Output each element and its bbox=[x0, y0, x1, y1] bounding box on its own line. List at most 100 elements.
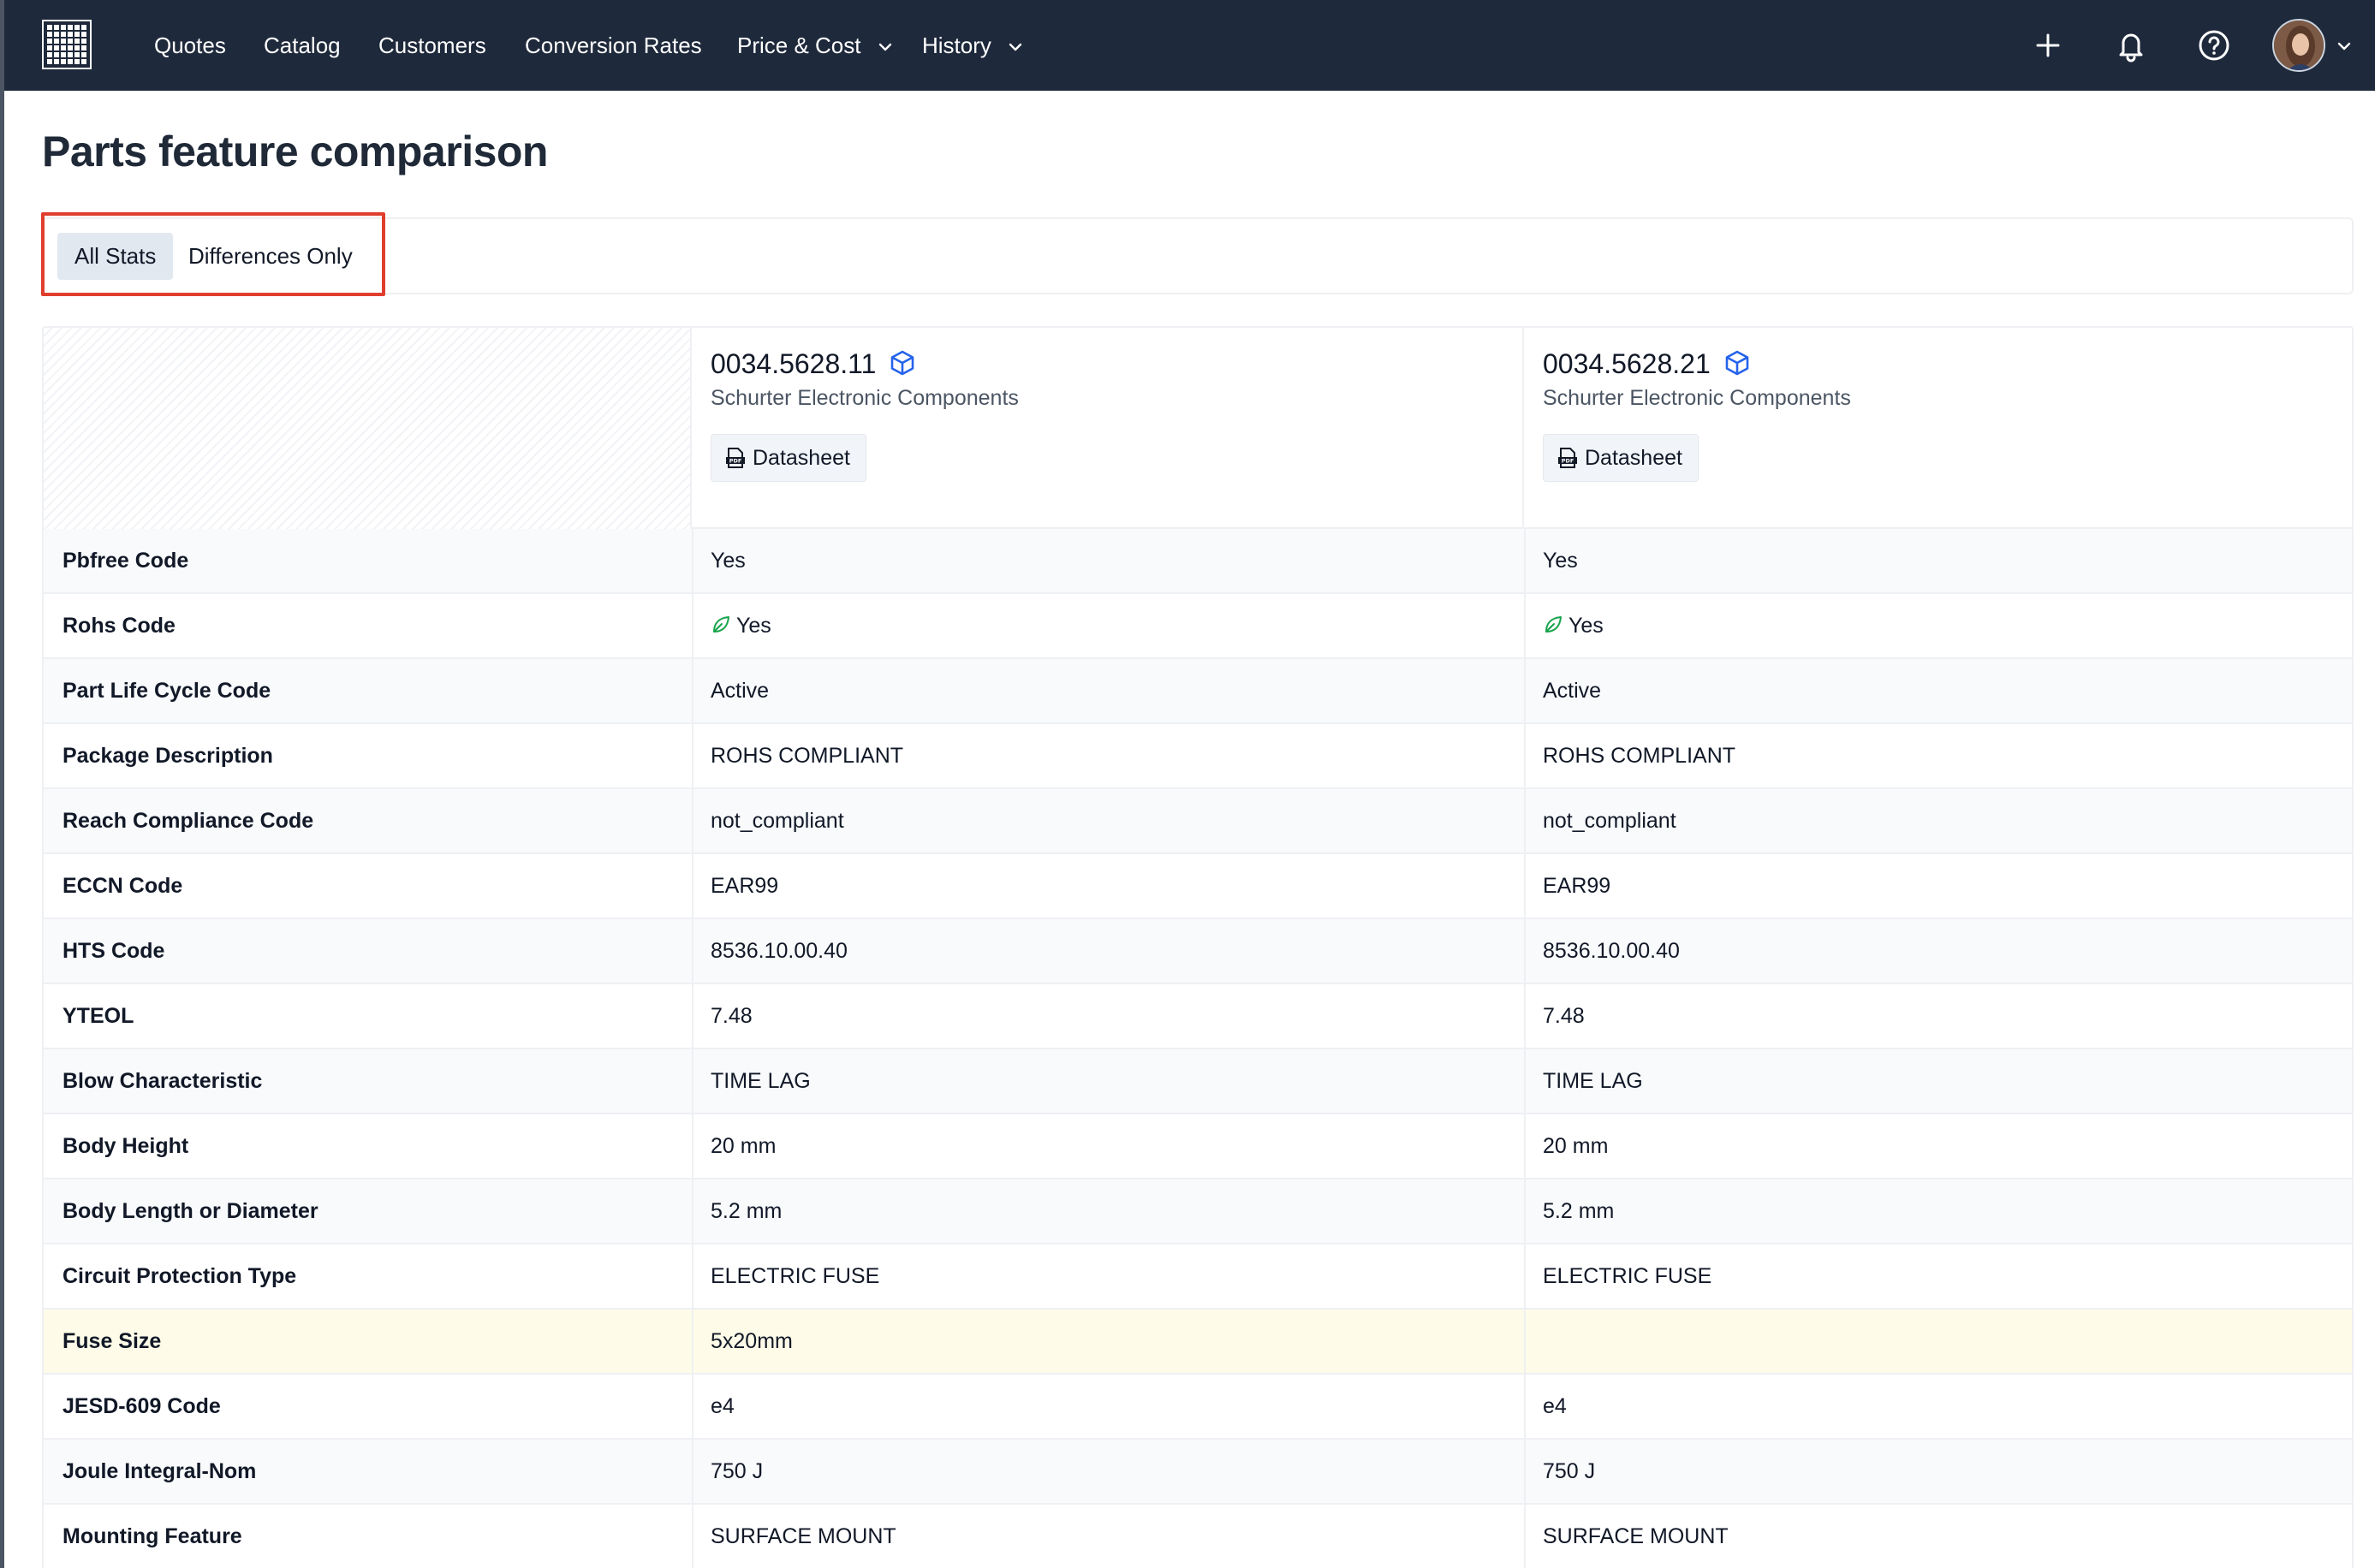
page-title: Parts feature comparison bbox=[42, 128, 548, 175]
table-row: Package Description ROHS COMPLIANT ROHS … bbox=[44, 724, 2352, 789]
window-edge bbox=[0, 0, 4, 1568]
table-row: ECCN Code EAR99 EAR99 bbox=[44, 854, 2352, 919]
row-value: Yes bbox=[711, 549, 746, 573]
top-navigation: Quotes Catalog Customers Conversion Rate… bbox=[0, 0, 2375, 91]
row-label: Part Life Cycle Code bbox=[62, 679, 271, 703]
nav-price-cost[interactable]: Price & Cost bbox=[737, 0, 893, 91]
row-label: Body Length or Diameter bbox=[62, 1199, 318, 1223]
row-value: 750 J bbox=[711, 1459, 764, 1483]
row-label: Fuse Size bbox=[62, 1329, 162, 1353]
table-row: YTEOL 7.48 7.48 bbox=[44, 984, 2352, 1049]
row-label: Package Description bbox=[62, 744, 273, 768]
nav-catalog-label: Catalog bbox=[264, 33, 341, 58]
nav-history-label: History bbox=[922, 33, 991, 58]
view-toggle-bar bbox=[42, 217, 2354, 294]
row-value: EAR99 bbox=[1543, 874, 1611, 898]
app-logo-icon[interactable] bbox=[41, 19, 92, 70]
nav-conversion-rates[interactable]: Conversion Rates bbox=[525, 0, 702, 91]
nav-customers[interactable]: Customers bbox=[378, 0, 486, 91]
nav-quotes-label: Quotes bbox=[154, 33, 226, 58]
table-row: JESD-609 Code e4 e4 bbox=[44, 1375, 2352, 1440]
row-value: 7.48 bbox=[1543, 1004, 1585, 1028]
datasheet-label: Datasheet bbox=[753, 446, 850, 470]
table-row: Part Life Cycle Code Active Active bbox=[44, 659, 2352, 724]
row-value: 5.2 mm bbox=[1543, 1199, 1615, 1223]
table-row: Blow Characteristic TIME LAG TIME LAG bbox=[44, 1049, 2352, 1114]
nav-catalog[interactable]: Catalog bbox=[264, 0, 341, 91]
bell-icon[interactable] bbox=[2110, 24, 2152, 67]
differences-only-toggle[interactable]: Differences Only bbox=[171, 233, 370, 280]
chevron-down-icon bbox=[878, 43, 891, 51]
leaf-icon bbox=[1545, 616, 1562, 633]
rohs-value: Yes bbox=[736, 614, 771, 638]
table-header-row: 0034.5628.11 Schurter Electronic Compone… bbox=[44, 328, 2352, 529]
nav-conversion-rates-label: Conversion Rates bbox=[525, 33, 702, 58]
row-label: Mounting Feature bbox=[62, 1524, 242, 1548]
table-row-difference: Fuse Size 5x20mm bbox=[44, 1310, 2352, 1375]
row-value: Active bbox=[711, 679, 770, 703]
differences-only-label: Differences Only bbox=[188, 243, 353, 269]
avatar-portrait-icon bbox=[2274, 21, 2324, 70]
nav-quotes[interactable]: Quotes bbox=[154, 0, 226, 91]
svg-text:PDF: PDF bbox=[1562, 458, 1574, 465]
datasheet-button[interactable]: PDF Datasheet bbox=[711, 434, 866, 482]
cube-icon[interactable] bbox=[889, 349, 916, 377]
table-row: Rohs Code Yes Yes bbox=[44, 594, 2352, 659]
comparison-table: 0034.5628.11 Schurter Electronic Compone… bbox=[42, 326, 2354, 1568]
row-value: TIME LAG bbox=[1543, 1069, 1643, 1093]
help-icon[interactable] bbox=[2193, 24, 2235, 67]
row-value: 8536.10.00.40 bbox=[1543, 939, 1680, 963]
row-value: not_compliant bbox=[1543, 809, 1676, 833]
plus-icon[interactable] bbox=[2027, 24, 2069, 67]
row-value: not_compliant bbox=[711, 809, 844, 833]
row-value: 7.48 bbox=[711, 1004, 753, 1028]
table-row: Reach Compliance Code not_compliant not_… bbox=[44, 789, 2352, 854]
row-label: YTEOL bbox=[62, 1004, 134, 1028]
row-label: Body Height bbox=[62, 1134, 189, 1158]
row-label: Reach Compliance Code bbox=[62, 809, 314, 833]
row-value: SURFACE MOUNT bbox=[1543, 1524, 1729, 1548]
chevron-down-icon bbox=[1009, 43, 1022, 51]
table-row: Joule Integral-Nom 750 J 750 J bbox=[44, 1440, 2352, 1505]
row-value: ELECTRIC FUSE bbox=[1543, 1264, 1712, 1288]
datasheet-label: Datasheet bbox=[1585, 446, 1682, 470]
table-row: Pbfree Code Yes Yes bbox=[44, 529, 2352, 594]
all-stats-label: All Stats bbox=[74, 243, 157, 269]
row-label: Circuit Protection Type bbox=[62, 1264, 297, 1288]
leaf-icon bbox=[713, 616, 729, 633]
row-label: HTS Code bbox=[62, 939, 165, 963]
row-label: Rohs Code bbox=[62, 614, 176, 638]
row-label: ECCN Code bbox=[62, 874, 183, 898]
user-avatar[interactable] bbox=[2272, 19, 2325, 72]
part-column-2: 0034.5628.21 Schurter Electronic Compone… bbox=[1524, 328, 2352, 529]
row-value: TIME LAG bbox=[711, 1069, 811, 1093]
row-value: 5x20mm bbox=[711, 1329, 793, 1353]
row-value: Yes bbox=[1543, 594, 1604, 657]
nav-price-cost-label: Price & Cost bbox=[737, 33, 861, 58]
row-value: ROHS COMPLIANT bbox=[1543, 744, 1736, 768]
row-value: 20 mm bbox=[711, 1134, 777, 1158]
rohs-value: Yes bbox=[1568, 614, 1604, 638]
row-label: Joule Integral-Nom bbox=[62, 1459, 257, 1483]
row-value: 20 mm bbox=[1543, 1134, 1609, 1158]
part-number-text: 0034.5628.11 bbox=[711, 348, 877, 379]
nav-history[interactable]: History bbox=[922, 0, 1023, 91]
row-value: SURFACE MOUNT bbox=[711, 1524, 896, 1548]
row-value: Yes bbox=[711, 594, 771, 657]
row-value: Yes bbox=[1543, 549, 1578, 573]
table-row: Circuit Protection Type ELECTRIC FUSE EL… bbox=[44, 1244, 2352, 1310]
pdf-icon: PDF bbox=[726, 448, 745, 468]
row-value: e4 bbox=[711, 1394, 735, 1418]
part-number[interactable]: 0034.5628.21 bbox=[1543, 348, 1751, 380]
manufacturer-name: Schurter Electronic Components bbox=[711, 386, 1019, 410]
part-number[interactable]: 0034.5628.11 bbox=[711, 348, 916, 380]
cube-icon[interactable] bbox=[1723, 349, 1751, 377]
all-stats-toggle[interactable]: All Stats bbox=[57, 233, 174, 280]
datasheet-button[interactable]: PDF Datasheet bbox=[1543, 434, 1699, 482]
row-label: Blow Characteristic bbox=[62, 1069, 263, 1093]
pdf-icon: PDF bbox=[1558, 448, 1577, 468]
empty-header-cell bbox=[44, 328, 692, 529]
chevron-down-icon[interactable] bbox=[2334, 36, 2354, 56]
svg-text:PDF: PDF bbox=[729, 458, 742, 465]
table-row: HTS Code 8536.10.00.40 8536.10.00.40 bbox=[44, 919, 2352, 984]
